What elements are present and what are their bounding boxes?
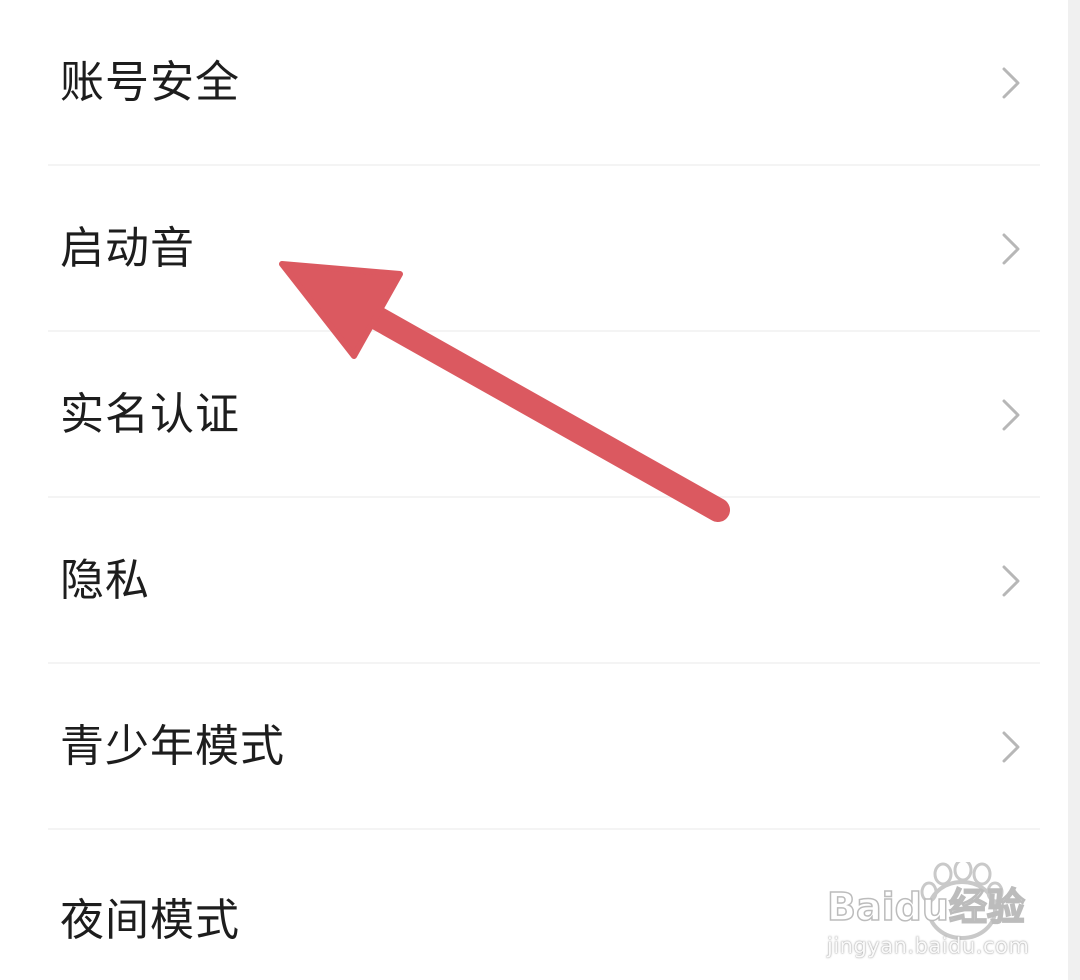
- settings-row-night-mode[interactable]: 夜间模式: [0, 830, 1068, 980]
- settings-row-startup-sound[interactable]: 启动音: [0, 166, 1068, 332]
- settings-row-label: 账号安全: [60, 57, 240, 108]
- settings-row-label: 启动音: [60, 223, 195, 274]
- settings-row-label: 青少年模式: [60, 721, 285, 772]
- chevron-right-icon: [1002, 67, 1020, 99]
- chevron-right-icon: [1002, 565, 1020, 597]
- chevron-right-icon: [1002, 399, 1020, 431]
- settings-row-label: 隐私: [60, 555, 150, 606]
- settings-row-label: 夜间模式: [60, 895, 240, 946]
- settings-row-teen-mode[interactable]: 青少年模式: [0, 664, 1068, 830]
- scroll-edge: [1068, 0, 1080, 980]
- chevron-right-icon: [1002, 233, 1020, 265]
- settings-list: 账号安全 启动音 实名认证 隐私 青少年模式 夜间模式: [0, 0, 1068, 980]
- settings-row-label: 实名认证: [60, 389, 240, 440]
- settings-row-privacy[interactable]: 隐私: [0, 498, 1068, 664]
- settings-row-real-name[interactable]: 实名认证: [0, 332, 1068, 498]
- chevron-right-icon: [1002, 731, 1020, 763]
- settings-row-account-security[interactable]: 账号安全: [0, 0, 1068, 166]
